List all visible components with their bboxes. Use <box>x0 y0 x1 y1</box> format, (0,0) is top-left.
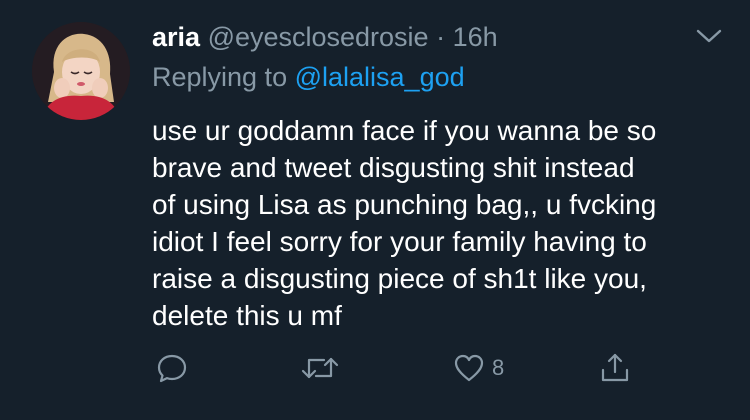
tweet-text-line: delete this u mf <box>152 300 342 331</box>
timestamp[interactable]: 16h <box>453 22 498 52</box>
share-button[interactable] <box>598 350 632 386</box>
tweet-text-line: brave and tweet disgusting shit instead <box>152 152 635 183</box>
tweet-header: aria @eyesclosedrosie · 16h <box>152 20 498 54</box>
display-name[interactable]: aria <box>152 22 200 52</box>
chevron-down-icon[interactable] <box>693 24 725 48</box>
avatar[interactable] <box>32 22 130 120</box>
like-button[interactable]: 8 <box>452 350 504 386</box>
tweet-text-line: of using Lisa as punching bag,, u fvckin… <box>152 189 657 220</box>
retweet-button[interactable] <box>300 350 340 386</box>
tweet-body: use ur goddamn face if you wanna be so b… <box>152 112 742 334</box>
tweet-text-line: raise a disgusting piece of sh1t like yo… <box>152 263 647 294</box>
tweet-actions: 8 <box>0 350 750 390</box>
replying-to-label: Replying to <box>152 62 288 92</box>
tweet-text-line: idiot I feel sorry for your family havin… <box>152 226 647 257</box>
user-handle[interactable]: @eyesclosedrosie <box>208 22 429 52</box>
reply-icon <box>157 354 187 383</box>
like-count: 8 <box>492 355 505 380</box>
tweet-text-line: use ur goddamn face if you wanna be so <box>152 115 657 146</box>
replying-to-link[interactable]: @lalalisa_god <box>295 62 465 92</box>
reply-button[interactable] <box>155 350 189 386</box>
share-icon <box>601 353 629 382</box>
replying-to-line: Replying to @lalalisa_god <box>152 60 465 94</box>
heart-icon <box>454 354 484 382</box>
retweet-icon <box>301 357 339 379</box>
separator-dot: · <box>436 22 446 52</box>
tweet[interactable]: aria @eyesclosedrosie · 16h Replying to … <box>0 0 750 420</box>
